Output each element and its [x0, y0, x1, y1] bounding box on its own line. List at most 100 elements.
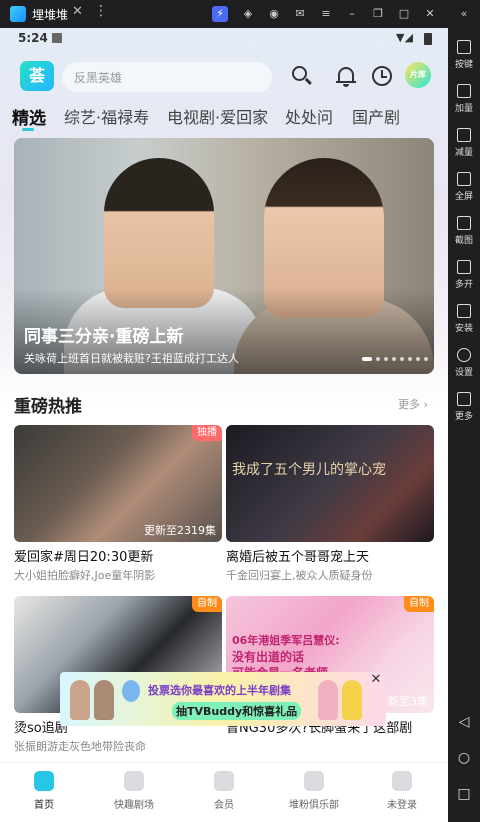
battery-icon: [424, 33, 432, 45]
restore-icon[interactable]: ❐: [370, 6, 386, 22]
original-badge: 自制: [404, 596, 434, 612]
nav-label: 堆粉俱乐部: [289, 800, 339, 811]
close-window-icon[interactable]: ✕: [422, 6, 438, 22]
episode-caption: 新至3集: [388, 695, 428, 708]
sidebar-volume-down[interactable]: 减量: [448, 128, 480, 158]
section-title: 重磅热推: [14, 397, 82, 417]
android-home-icon[interactable]: ○: [456, 750, 472, 766]
banner-subtitle: 关咏荷上班首日就被栽赃?王祖蓝成打工达人: [24, 352, 239, 365]
account-icon[interactable]: ◉: [266, 6, 282, 22]
video-thumbnail: 独播 更新至2319集: [14, 425, 222, 542]
banner-title: 同事三分亲·重磅上新: [24, 327, 184, 347]
scissors-icon: [457, 216, 471, 230]
sidebar-install[interactable]: 安装: [448, 304, 480, 334]
notification-icon: [52, 33, 62, 43]
original-badge: 自制: [192, 596, 222, 612]
planet-icon: [304, 771, 324, 791]
episode-caption: 更新至2319集: [144, 524, 216, 537]
sidebar-label: 安装: [454, 324, 473, 334]
status-time: 5:24: [18, 31, 48, 45]
promo-figure: [342, 680, 362, 720]
promo-title: 投票选你最喜欢的上半年剧集: [148, 684, 291, 697]
nav-label: 未登录: [387, 800, 417, 811]
nav-label: 会员: [214, 800, 234, 811]
menu-icon[interactable]: ⋮: [94, 3, 108, 19]
sidebar-keyboard[interactable]: 按键: [448, 40, 480, 70]
tvbuddy-mascot: [122, 680, 140, 702]
gamepad-icon[interactable]: ◈: [240, 6, 256, 22]
fullscreen-icon: [457, 172, 471, 186]
minimize-icon[interactable]: –: [344, 6, 360, 22]
nav-fan-club[interactable]: 堆粉俱乐部: [274, 771, 354, 811]
banner-figure: [104, 158, 214, 308]
promo-figure: [70, 680, 90, 720]
category-tabs: 精选 综艺·福禄寿 电视剧·爱回家 处处问 国产剧: [0, 104, 448, 136]
sidebar-volume-up[interactable]: 加量: [448, 84, 480, 114]
app-title: 埋堆堆: [32, 8, 69, 22]
nav-vip[interactable]: 会员: [184, 771, 264, 811]
emulator-sidebar: 按键 加量 减量 全屏 截图 多开 安装 设置 更多: [448, 28, 480, 822]
nav-label: 快趣剧场: [114, 800, 154, 811]
sidebar-screenshot[interactable]: 截图: [448, 216, 480, 246]
sidebar-fullscreen[interactable]: 全屏: [448, 172, 480, 202]
collapse-sidebar-icon[interactable]: «: [456, 6, 472, 22]
chevron-right-icon: ›: [423, 398, 428, 411]
promo-figure: [318, 680, 338, 720]
tab-tv-drama[interactable]: 电视剧·爱回家: [167, 104, 268, 128]
bottom-navigation: 首页 快趣剧场 会员 堆粉俱乐部 未登录: [0, 762, 448, 822]
profile-icon: [392, 771, 412, 791]
more-label: 更多: [398, 398, 420, 411]
sidebar-label: 全屏: [454, 192, 473, 202]
video-subtitle: 张振朗游走灰色地带险丧命: [14, 740, 146, 753]
hero-banner[interactable]: 同事三分亲·重磅上新 关咏荷上班首日就被栽赃?王祖蓝成打工达人: [14, 138, 434, 374]
app-logo[interactable]: 荟: [20, 61, 54, 91]
active-tab-indicator: [22, 128, 34, 131]
nav-profile[interactable]: 未登录: [362, 771, 442, 811]
home-icon: [34, 771, 54, 791]
tab-domestic[interactable]: 国产剧: [352, 104, 400, 128]
turbo-icon[interactable]: ⚡: [212, 6, 228, 22]
promo-banner[interactable]: 投票选你最喜欢的上半年剧集 抽TVBuddy和惊喜礼品 ✕: [60, 672, 386, 726]
avatar[interactable]: 片库: [405, 62, 431, 88]
hamburger-icon[interactable]: ≡: [318, 6, 334, 22]
apk-install-icon: [457, 304, 471, 318]
close-tab-icon[interactable]: ✕: [72, 4, 83, 19]
emulator-titlebar: 埋堆堆 ✕ ⋮ ⚡ ◈ ◉ ✉ ≡ – ❐ □ ✕ «: [0, 0, 480, 28]
bell-icon[interactable]: [334, 64, 358, 88]
history-icon[interactable]: [370, 64, 394, 88]
mail-icon[interactable]: ✉: [292, 6, 308, 22]
video-title: 离婚后被五个哥哥宠上天: [226, 550, 370, 565]
more-icon: [457, 392, 471, 406]
search-input[interactable]: 反黑英雄: [62, 62, 272, 92]
android-recents-icon[interactable]: □: [456, 786, 472, 802]
keyboard-icon: [457, 40, 471, 54]
gear-icon: [457, 348, 471, 362]
maximize-icon[interactable]: □: [396, 6, 412, 22]
video-subtitle: 千金回归宴上,被众人质疑身份: [226, 569, 373, 582]
nav-home[interactable]: 首页: [4, 771, 84, 811]
tab-featured[interactable]: 精选: [12, 104, 46, 129]
video-subtitle: 大小姐拍脸癖好,Joe童年阴影: [14, 569, 156, 582]
sidebar-label: 多开: [454, 280, 473, 290]
close-icon[interactable]: ✕: [368, 672, 384, 688]
search-icon[interactable]: [290, 64, 314, 88]
nav-theater[interactable]: 快趣剧场: [94, 771, 174, 811]
sidebar-more[interactable]: 更多: [448, 392, 480, 422]
thumbnail-text: 06年港姐季军吕慧仪:: [232, 634, 340, 647]
search-placeholder: 反黑英雄: [74, 71, 123, 85]
tab-variety[interactable]: 综艺·福禄寿: [64, 104, 149, 128]
tab-everywhere[interactable]: 处处问: [285, 104, 333, 128]
app-icon: [10, 6, 26, 22]
sidebar-settings[interactable]: 设置: [448, 348, 480, 378]
multi-instance-icon: [457, 260, 471, 274]
video-thumbnail: 我成了五个男儿的掌心宠: [226, 425, 434, 542]
sidebar-label: 更多: [454, 412, 473, 422]
sidebar-label: 加量: [454, 104, 473, 114]
more-link[interactable]: 更多 ›: [398, 396, 428, 412]
android-back-icon[interactable]: ◁: [456, 714, 472, 730]
video-title: 爱回家#周日20:30更新: [14, 550, 154, 565]
sidebar-label: 按键: [454, 60, 473, 70]
promo-figure: [94, 680, 114, 720]
sidebar-multi-instance[interactable]: 多开: [448, 260, 480, 290]
thumbnail-text: 我成了五个男儿的掌心宠: [232, 462, 386, 478]
